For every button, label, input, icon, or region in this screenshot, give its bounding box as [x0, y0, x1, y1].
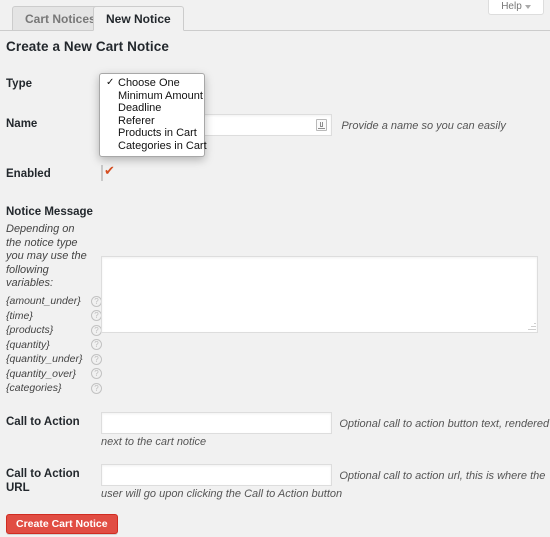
- enabled-checkbox[interactable]: ✔: [101, 165, 103, 181]
- name-label: Name: [6, 117, 94, 131]
- help-icon[interactable]: ?: [91, 383, 102, 394]
- tab-bar: Cart Notices New Notice: [0, 0, 550, 31]
- list-item: {categories} ?: [6, 381, 102, 396]
- call-to-action-url-input[interactable]: [101, 464, 332, 486]
- tab-new-notice[interactable]: New Notice: [93, 6, 184, 31]
- checkmark-icon: ✔: [104, 165, 115, 179]
- dropdown-option-referer[interactable]: Referer: [100, 115, 204, 128]
- dropdown-option-minimum-amount[interactable]: Minimum Amount: [100, 90, 204, 103]
- dropdown-option-label: Referer: [118, 115, 155, 127]
- call-to-action-label: Call to Action: [6, 415, 94, 429]
- dropdown-option-label: Minimum Amount: [118, 90, 203, 102]
- checkmark-icon: ✓: [106, 77, 114, 90]
- tab-new-notice-label: New Notice: [106, 13, 171, 25]
- list-item: {amount_under} ?: [6, 294, 102, 309]
- help-icon[interactable]: ?: [91, 354, 102, 365]
- dropdown-option-categories-in-cart[interactable]: Categories in Cart: [100, 140, 204, 153]
- variable-name: {quantity_under}: [6, 353, 82, 365]
- list-item: {quantity_over} ?: [6, 367, 102, 382]
- variable-list: {amount_under} ? {time} ? {products} ? {…: [6, 294, 102, 396]
- variable-name: {categories}: [6, 382, 61, 394]
- dropdown-option-products-in-cart[interactable]: Products in Cart: [100, 127, 204, 140]
- list-item: {time} ?: [6, 309, 102, 324]
- dropdown-option-label: Choose One: [118, 77, 180, 89]
- dropdown-option-choose-one[interactable]: ✓ Choose One: [100, 77, 204, 90]
- page-title: Create a New Cart Notice: [6, 39, 169, 54]
- notice-message-textarea[interactable]: [101, 256, 538, 333]
- dropdown-option-label: Deadline: [118, 102, 161, 114]
- enabled-label: Enabled: [6, 167, 94, 181]
- variable-name: {products}: [6, 324, 53, 336]
- create-cart-notice-button[interactable]: Create Cart Notice: [6, 514, 118, 534]
- help-icon[interactable]: ?: [91, 339, 102, 350]
- dropdown-option-deadline[interactable]: Deadline: [100, 102, 204, 115]
- tab-cart-notices-label: Cart Notices: [25, 13, 96, 25]
- variable-name: {quantity}: [6, 339, 50, 351]
- variable-name: {quantity_over}: [6, 368, 76, 380]
- dropdown-option-label: Categories in Cart: [118, 140, 207, 152]
- type-label: Type: [6, 77, 94, 91]
- dropdown-option-label: Products in Cart: [118, 127, 197, 139]
- notice-message-sublabel: Depending on the notice type you may use…: [6, 223, 90, 291]
- list-item: {quantity} ?: [6, 338, 102, 353]
- call-to-action-input[interactable]: [101, 412, 332, 434]
- type-dropdown-menu[interactable]: ✓ Choose One Minimum Amount Deadline Ref…: [99, 73, 205, 157]
- list-item: {quantity_under} ?: [6, 352, 102, 367]
- list-item: {products} ?: [6, 323, 102, 338]
- autofill-icon[interactable]: [316, 119, 327, 131]
- variable-name: {time}: [6, 310, 33, 322]
- call-to-action-url-label: Call to Action URL: [6, 467, 94, 495]
- notice-message-label: Notice Message: [6, 205, 94, 219]
- help-icon[interactable]: ?: [91, 368, 102, 379]
- variable-name: {amount_under}: [6, 295, 81, 307]
